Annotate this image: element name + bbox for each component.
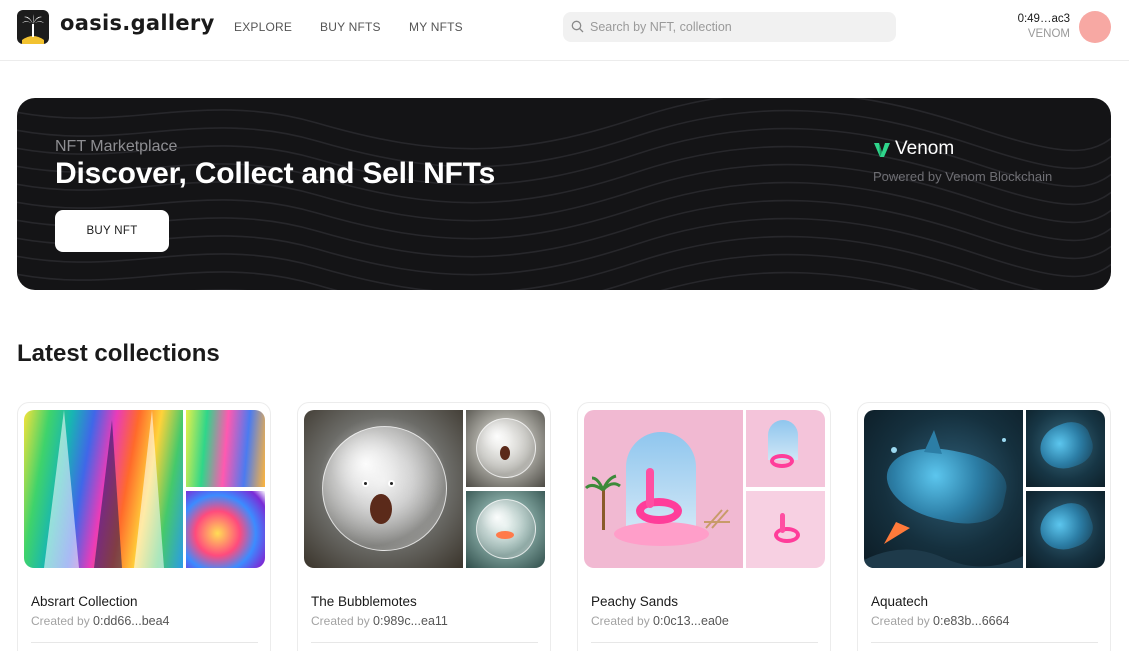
search-icon bbox=[571, 20, 584, 33]
search-input[interactable] bbox=[590, 12, 890, 42]
collection-name: The Bubblemotes bbox=[311, 594, 417, 609]
hero-kicker: NFT Marketplace bbox=[55, 138, 178, 155]
collection-image-secondary bbox=[746, 410, 825, 487]
collection-image-main bbox=[24, 410, 183, 568]
card-divider bbox=[311, 642, 538, 643]
hero-title: Discover, Collect and Sell NFTs bbox=[55, 157, 496, 190]
collection-image-tertiary bbox=[466, 491, 545, 568]
card-divider bbox=[31, 642, 258, 643]
collection-image-main bbox=[304, 410, 463, 568]
collection-thumbnails bbox=[304, 410, 545, 568]
nav-buy-nfts[interactable]: BUY NFTS bbox=[320, 20, 381, 34]
venom-brand-name: Venom bbox=[895, 138, 955, 159]
wallet-currency: VENOM bbox=[1027, 28, 1070, 40]
collection-image-secondary bbox=[466, 410, 545, 487]
collection-thumbnails bbox=[864, 410, 1105, 568]
venom-brand-subtitle: Powered by Venom Blockchain bbox=[873, 169, 1053, 184]
collection-name: Aquatech bbox=[871, 594, 929, 609]
created-by-label: Created by bbox=[311, 614, 370, 628]
logo-text[interactable]: oasis.gallery bbox=[60, 11, 215, 35]
creator-address[interactable]: 0:989c...ea11 bbox=[373, 614, 448, 628]
collection-image-secondary bbox=[186, 410, 265, 487]
avatar[interactable] bbox=[1079, 11, 1111, 43]
section-title: Latest collections bbox=[17, 340, 220, 367]
collection-thumbnails bbox=[24, 410, 265, 568]
collection-name: Peachy Sands bbox=[591, 594, 679, 609]
collection-creator-line: Created by 0:e83b...6664 bbox=[871, 614, 1010, 628]
collection-creator-line: Created by 0:0c13...ea0e bbox=[591, 614, 729, 628]
collection-creator-line: Created by 0:dd66...bea4 bbox=[31, 614, 170, 628]
collection-image-secondary bbox=[1026, 410, 1105, 487]
creator-address[interactable]: 0:0c13...ea0e bbox=[653, 614, 729, 628]
collection-thumbnails bbox=[584, 410, 825, 568]
hero-banner: NFT Marketplace Discover, Collect and Se… bbox=[17, 98, 1111, 290]
nav-explore[interactable]: EXPLORE bbox=[234, 20, 292, 34]
buy-nft-button[interactable]: BUY NFT bbox=[55, 210, 169, 252]
collection-name: Absrart Collection bbox=[31, 594, 138, 609]
creator-address[interactable]: 0:e83b...6664 bbox=[933, 614, 1009, 628]
nav-my-nfts[interactable]: MY NFTS bbox=[409, 20, 463, 34]
collection-card[interactable]: The Bubblemotes Created by 0:989c...ea11 bbox=[297, 402, 551, 651]
created-by-label: Created by bbox=[591, 614, 650, 628]
top-header: oasis.gallery EXPLORE BUY NFTS MY NFTS 0… bbox=[0, 0, 1129, 61]
venom-logo-icon bbox=[874, 143, 890, 157]
card-divider bbox=[591, 642, 818, 643]
wallet-address: 0:49…ac3 bbox=[1017, 13, 1070, 25]
collection-image-tertiary bbox=[1026, 491, 1105, 568]
collection-card[interactable]: Absrart Collection Created by 0:dd66...b… bbox=[17, 402, 271, 651]
created-by-label: Created by bbox=[31, 614, 90, 628]
card-divider bbox=[871, 642, 1098, 643]
collection-card[interactable]: Peachy Sands Created by 0:0c13...ea0e bbox=[577, 402, 831, 651]
collection-image-tertiary bbox=[746, 491, 825, 568]
wallet-info[interactable]: 0:49…ac3 VENOM bbox=[1018, 12, 1070, 42]
collection-creator-line: Created by 0:989c...ea11 bbox=[311, 614, 448, 628]
collection-card[interactable]: Aquatech Created by 0:e83b...6664 bbox=[857, 402, 1111, 651]
collection-image-main bbox=[864, 410, 1023, 568]
collection-image-tertiary bbox=[186, 491, 265, 568]
creator-address[interactable]: 0:dd66...bea4 bbox=[93, 614, 169, 628]
search-bar[interactable] bbox=[563, 12, 896, 42]
wave-pattern-background bbox=[17, 98, 1111, 290]
created-by-label: Created by bbox=[871, 614, 930, 628]
oasis-logo-icon[interactable] bbox=[17, 10, 49, 44]
collection-image-main bbox=[584, 410, 743, 568]
